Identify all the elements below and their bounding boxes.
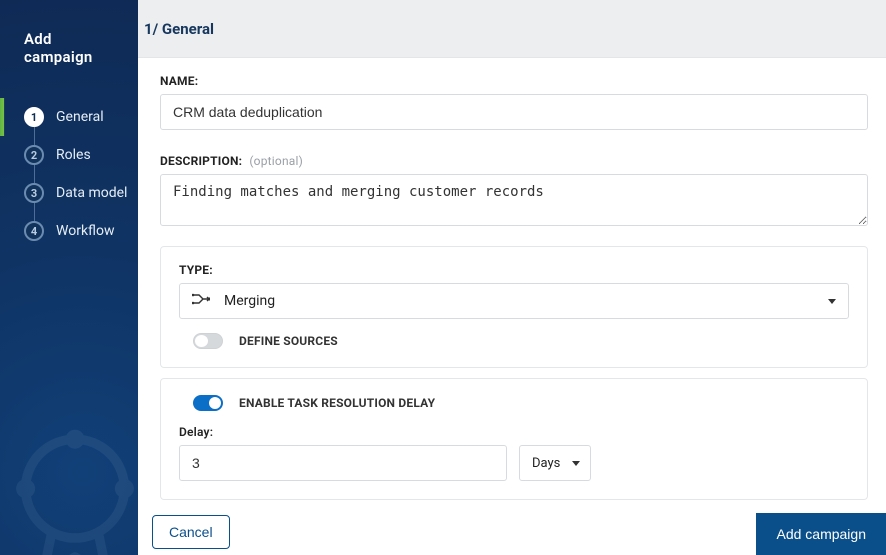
define-sources-row: DEFINE SOURCES: [179, 333, 849, 349]
optional-hint: (optional): [249, 154, 303, 168]
step-header: 1/ General: [138, 0, 886, 58]
define-sources-toggle[interactable]: [193, 333, 223, 349]
step-number: 3: [24, 183, 44, 203]
step-data-model[interactable]: 3 Data model: [0, 174, 138, 212]
description-label: DESCRIPTION: (optional): [160, 154, 868, 168]
footer: Cancel Add campaign: [138, 505, 886, 555]
step-number: 1: [24, 107, 44, 127]
main-content: NAME: DESCRIPTION: (optional) TYPE: Merg…: [138, 58, 886, 510]
merge-icon: [192, 292, 210, 310]
enable-delay-toggle[interactable]: [193, 395, 223, 411]
step-header-title: 1/ General: [144, 20, 214, 38]
step-general[interactable]: 1 General: [0, 98, 138, 136]
type-value: Merging: [224, 293, 828, 309]
define-sources-label: DEFINE SOURCES: [239, 334, 338, 348]
enable-delay-label: ENABLE TASK RESOLUTION DELAY: [239, 396, 435, 410]
step-label: Roles: [56, 147, 91, 163]
delay-unit-select[interactable]: Days: [519, 445, 591, 481]
step-number: 2: [24, 145, 44, 165]
description-input[interactable]: [160, 174, 868, 226]
delay-label: Delay:: [179, 425, 849, 439]
add-campaign-button[interactable]: Add campaign: [756, 513, 886, 555]
name-input[interactable]: [160, 94, 868, 130]
delay-row: Days: [179, 445, 849, 481]
step-connector: [34, 126, 35, 236]
type-label: TYPE:: [179, 263, 849, 277]
badge-decoration-icon: [0, 405, 138, 555]
delay-panel: ENABLE TASK RESOLUTION DELAY Delay: Days: [160, 378, 868, 500]
step-roles[interactable]: 2 Roles: [0, 136, 138, 174]
name-label: NAME:: [160, 74, 868, 88]
step-label: General: [56, 109, 104, 125]
wizard-steps: 1 General 2 Roles 3 Data model 4 Workflo…: [0, 88, 138, 250]
step-label: Data model: [56, 185, 127, 201]
step-number: 4: [24, 221, 44, 241]
type-select[interactable]: Merging: [179, 283, 849, 319]
step-workflow[interactable]: 4 Workflow: [0, 212, 138, 250]
delay-input[interactable]: [179, 445, 507, 481]
sidebar-title: Add campaign: [0, 0, 138, 88]
step-label: Workflow: [56, 223, 115, 239]
type-panel: TYPE: Merging DEFINE SOURCES: [160, 246, 868, 368]
enable-delay-row: ENABLE TASK RESOLUTION DELAY: [179, 395, 849, 411]
chevron-down-icon: [828, 299, 836, 304]
chevron-down-icon: [572, 461, 580, 466]
sidebar: Add campaign 1 General 2 Roles 3 Data mo…: [0, 0, 138, 555]
cancel-button[interactable]: Cancel: [152, 515, 230, 549]
delay-unit-value: Days: [532, 456, 572, 471]
